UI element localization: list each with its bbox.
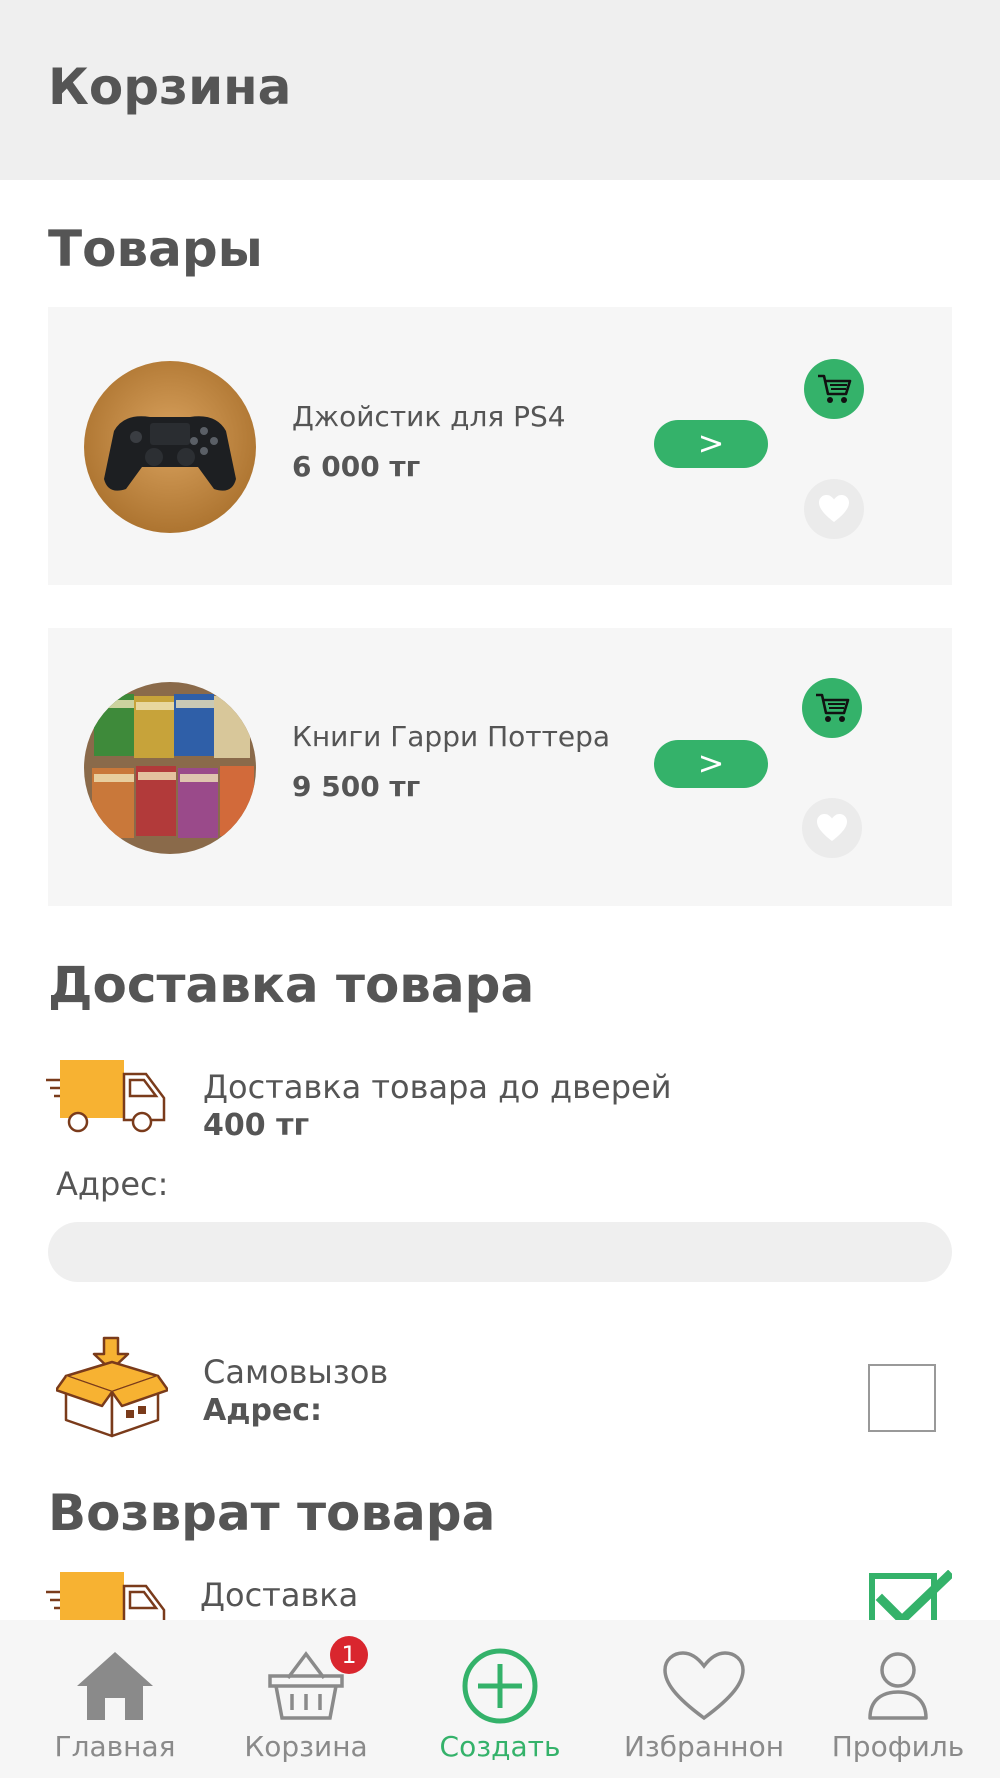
nav-label: Избраннон — [623, 1730, 785, 1763]
cart-item-card[interactable]: Джойстик для PS4 6 000 тг > — [48, 307, 952, 585]
heart-icon — [663, 1651, 745, 1721]
app-header: Корзина — [0, 0, 1000, 180]
return-delivery-checkbox[interactable] — [868, 1570, 952, 1620]
user-icon — [868, 1652, 928, 1720]
home-icon — [77, 1652, 153, 1720]
open-product-button[interactable]: > — [654, 420, 768, 468]
heart-icon — [819, 495, 849, 522]
cart-item-card[interactable]: Книги Гарри Поттера 9 500 тг > — [48, 628, 952, 906]
cart-icon — [818, 374, 852, 403]
product-price: 6 000 тг — [292, 450, 421, 483]
nav-label: Профиль — [831, 1730, 965, 1763]
products-section-title: Товары — [48, 220, 263, 278]
pickup-title: Самовызов — [203, 1353, 389, 1391]
heart-icon — [817, 814, 847, 841]
bottom-navigation: Главная Корзина 1 Создать Избраннон Проф… — [0, 1620, 1000, 1778]
door-delivery-title: Доставка товара до дверей — [203, 1068, 672, 1106]
open-product-button[interactable]: > — [654, 740, 768, 788]
nav-profile[interactable]: Профиль — [798, 1620, 998, 1778]
nav-label: Корзина — [244, 1730, 368, 1763]
product-price: 9 500 тг — [292, 770, 421, 803]
pickup-address-label: Адрес: — [203, 1393, 323, 1428]
address-label: Адрес: — [56, 1165, 169, 1203]
product-name: Джойстик для PS4 — [292, 400, 566, 433]
nav-label: Главная — [54, 1730, 176, 1763]
cart-count-badge: 1 — [330, 1636, 368, 1674]
delivery-truck-icon — [46, 1058, 168, 1138]
product-image-joystick — [84, 361, 256, 533]
return-delivery-title: Доставка — [200, 1576, 359, 1614]
return-section-title: Возврат товара — [48, 1484, 496, 1542]
pickup-checkbox[interactable] — [868, 1364, 936, 1432]
nav-create[interactable]: Создать — [400, 1620, 600, 1778]
plus-circle-icon — [462, 1648, 538, 1724]
cart-icon — [816, 693, 850, 722]
add-to-cart-button[interactable] — [804, 359, 864, 419]
address-input[interactable] — [48, 1222, 952, 1282]
check-icon — [869, 1570, 952, 1620]
nav-favorites[interactable]: Избраннон — [604, 1620, 804, 1778]
product-name: Книги Гарри Поттера — [292, 720, 611, 753]
pickup-box-icon — [54, 1336, 170, 1444]
nav-home[interactable]: Главная — [15, 1620, 215, 1778]
door-delivery-price: 400 тг — [203, 1108, 310, 1143]
nav-label: Создать — [439, 1730, 561, 1763]
page-title: Корзина — [48, 58, 292, 116]
favorite-button[interactable] — [804, 479, 864, 539]
add-to-cart-button[interactable] — [802, 678, 862, 738]
delivery-section-title: Доставка товара — [48, 956, 535, 1014]
return-truck-icon — [46, 1570, 168, 1634]
product-image-books — [84, 682, 256, 854]
nav-cart[interactable]: Корзина — [206, 1620, 406, 1778]
favorite-button[interactable] — [802, 798, 862, 858]
